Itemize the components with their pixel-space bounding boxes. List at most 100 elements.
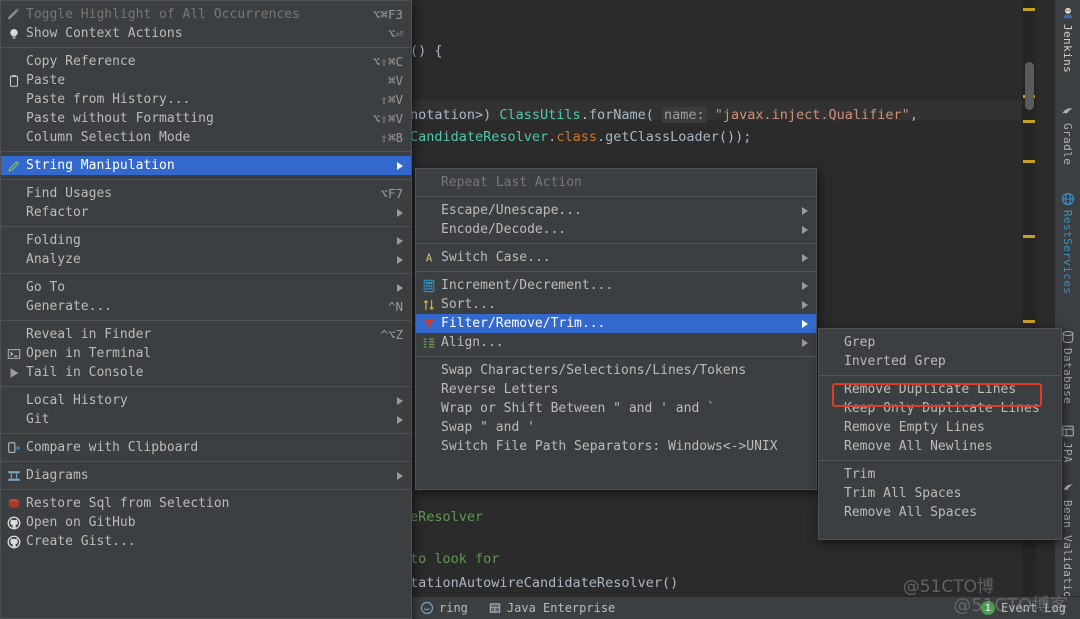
menu-item-icon-none [5, 54, 23, 69]
tool-window-button-jenkins[interactable]: Jenkins [1055, 6, 1080, 73]
menu-item-show-context-actions[interactable]: Show Context Actions ⌥⏎ [1, 24, 411, 43]
menu-item-sort[interactable]: Sort... [416, 295, 816, 314]
menu-item-icon-none [420, 439, 438, 454]
menu-item-create-gist[interactable]: Create Gist... [1, 532, 411, 551]
tool-window-button-restservices[interactable]: RestServices [1055, 192, 1080, 294]
filter-remove-trim-submenu[interactable]: Grep Inverted Grep Remove Duplicate Lines K… [818, 328, 1062, 540]
menu-item-icon-none [823, 335, 841, 350]
menu-item-shortcut: ⌘V [387, 73, 403, 88]
menu-item-remove-all-spaces[interactable]: Remove All Spaces [819, 503, 1061, 522]
menu-item-diagrams[interactable]: Diagrams [1, 466, 411, 485]
submenu-arrow-icon [802, 225, 808, 234]
menu-item-icon-none [5, 299, 23, 314]
menu-item-paste-from-history[interactable]: Paste from History... ⇧⌘V [1, 90, 411, 109]
submenu-arrow-icon [397, 208, 403, 217]
switch-case-icon: A [420, 250, 438, 265]
menu-item-encode-decode[interactable]: Encode/Decode... [416, 220, 816, 239]
menu-item-label: Repeat Last Action [441, 175, 582, 190]
menu-item-refactor[interactable]: Refactor [1, 203, 411, 222]
menu-item-escape-unescape[interactable]: Escape/Unescape... [416, 201, 816, 220]
code-token: "javax.inject.Qualifier" [714, 107, 910, 123]
code-token: eResolver [410, 509, 484, 525]
status-bar-item[interactable]: Java Enterprise [478, 601, 625, 615]
menu-item-grep[interactable]: Grep [819, 333, 1061, 352]
menu-item-restore-sql-from-selection[interactable]: Restore Sql from Selection [1, 494, 411, 513]
menu-item-label: Generate... [26, 299, 113, 314]
diagram-icon [5, 468, 23, 483]
jpa-icon [1061, 424, 1075, 438]
menu-item-label: Trim All Spaces [844, 486, 962, 501]
tool-window-button-gradle[interactable]: Gradle [1055, 105, 1080, 165]
menu-separator [1, 320, 411, 321]
error-stripe-marker[interactable] [1023, 160, 1035, 163]
menu-item-icon-none [823, 354, 841, 369]
menu-item-compare-with-clipboard[interactable]: Compare with Clipboard [1, 438, 411, 457]
menu-separator [1, 386, 411, 387]
menu-item-label: Paste from History... [26, 92, 191, 107]
menu-item-trim[interactable]: Trim [819, 465, 1061, 484]
error-stripe-marker[interactable] [1023, 8, 1035, 11]
menu-item-local-history[interactable]: Local History [1, 391, 411, 410]
menu-item-repeat-last-action[interactable]: Repeat Last Action [416, 173, 816, 192]
highlighter-icon [5, 7, 23, 22]
editor-context-menu[interactable]: Toggle Highlight of All Occurrences ⌥⌘F3 S… [0, 0, 412, 619]
menu-item-generate[interactable]: Generate... ^N [1, 297, 411, 316]
menu-item-inverted-grep[interactable]: Inverted Grep [819, 352, 1061, 371]
menu-item-switch-case[interactable]: A Switch Case... [416, 248, 816, 267]
menu-item-filter-remove-trim[interactable]: Filter/Remove/Trim... [416, 314, 816, 333]
menu-item-remove-all-newlines[interactable]: Remove All Newlines [819, 437, 1061, 456]
menu-item-open-in-terminal[interactable]: Open in Terminal [1, 344, 411, 363]
menu-item-folding[interactable]: Folding [1, 231, 411, 250]
menu-item-icon-none [823, 401, 841, 416]
menu-item-paste-without-formatting[interactable]: Paste without Formatting ⌥⇧⌘V [1, 109, 411, 128]
menu-item-analyze[interactable]: Analyze [1, 250, 411, 269]
menu-item-label: Paste [26, 73, 66, 88]
menu-item-swap-and[interactable]: Swap " and ' [416, 418, 816, 437]
menu-item-copy-reference[interactable]: Copy Reference ⌥⇧⌘C [1, 52, 411, 71]
event-log-label[interactable]: Event Log [1001, 601, 1066, 615]
menu-item-shortcut: ⌥⏎ [387, 26, 403, 41]
string-manipulation-submenu[interactable]: Repeat Last Action Escape/Unescape... Enco… [415, 168, 817, 490]
menu-item-increment-decrement[interactable]: Increment/Decrement... [416, 276, 816, 295]
menu-item-label: Analyze [26, 252, 81, 267]
menu-item-shortcut: ^⌥Z [380, 327, 403, 342]
menu-item-icon-none [5, 393, 23, 408]
menu-item-wrap-or-shift-between-and-and[interactable]: Wrap or Shift Between " and ' and ` [416, 399, 816, 418]
menu-item-paste[interactable]: Paste ⌘V [1, 71, 411, 90]
code-line: CandidateResolver.class.getClassLoader()… [410, 128, 751, 147]
menu-item-toggle-highlight-of-all-occurrences[interactable]: Toggle Highlight of All Occurrences ⌥⌘F3 [1, 5, 411, 24]
menu-item-reverse-letters[interactable]: Reverse Letters [416, 380, 816, 399]
submenu-arrow-icon [397, 283, 403, 292]
menu-item-align[interactable]: Align... [416, 333, 816, 352]
menu-item-column-selection-mode[interactable]: Column Selection Mode ⇧⌘8 [1, 128, 411, 147]
menu-item-tail-in-console[interactable]: Tail in Console [1, 363, 411, 382]
menu-item-icon-none [823, 467, 841, 482]
error-stripe-marker[interactable] [1023, 235, 1035, 238]
menu-item-remove-empty-lines[interactable]: Remove Empty Lines [819, 418, 1061, 437]
menu-item-go-to[interactable]: Go To [1, 278, 411, 297]
menu-item-keep-only-duplicate-lines[interactable]: Keep Only Duplicate Lines [819, 399, 1061, 418]
menu-separator [819, 375, 1061, 376]
editor-scrollbar-thumb[interactable] [1025, 62, 1034, 110]
error-stripe-marker[interactable] [1023, 120, 1035, 123]
github-icon [5, 515, 23, 530]
menu-item-reveal-in-finder[interactable]: Reveal in Finder ^⌥Z [1, 325, 411, 344]
menu-item-find-usages[interactable]: Find Usages ⌥F7 [1, 184, 411, 203]
menu-item-label: Column Selection Mode [26, 130, 191, 145]
menu-item-trim-all-spaces[interactable]: Trim All Spaces [819, 484, 1061, 503]
submenu-arrow-icon [802, 338, 808, 347]
menu-item-git[interactable]: Git [1, 410, 411, 429]
menu-item-switch-file-path-separators-windows-unix[interactable]: Switch File Path Separators: Windows<->U… [416, 437, 816, 456]
error-stripe-marker[interactable] [1023, 320, 1035, 323]
menu-item-open-on-github[interactable]: Open on GitHub [1, 513, 411, 532]
menu-item-swap-characters-selections-lines-tokens[interactable]: Swap Characters/Selections/Lines/Tokens [416, 361, 816, 380]
menu-item-label: Reverse Letters [441, 382, 559, 397]
menu-separator [1, 433, 411, 434]
menu-item-label: Trim [844, 467, 876, 482]
status-bar-item[interactable]: ring [410, 601, 478, 615]
jenkins-icon [1061, 6, 1075, 20]
menu-item-string-manipulation[interactable]: String Manipulation [1, 156, 411, 175]
filter-icon [420, 316, 438, 331]
menu-item-icon-none [823, 382, 841, 397]
menu-item-remove-duplicate-lines[interactable]: Remove Duplicate Lines [819, 380, 1061, 399]
